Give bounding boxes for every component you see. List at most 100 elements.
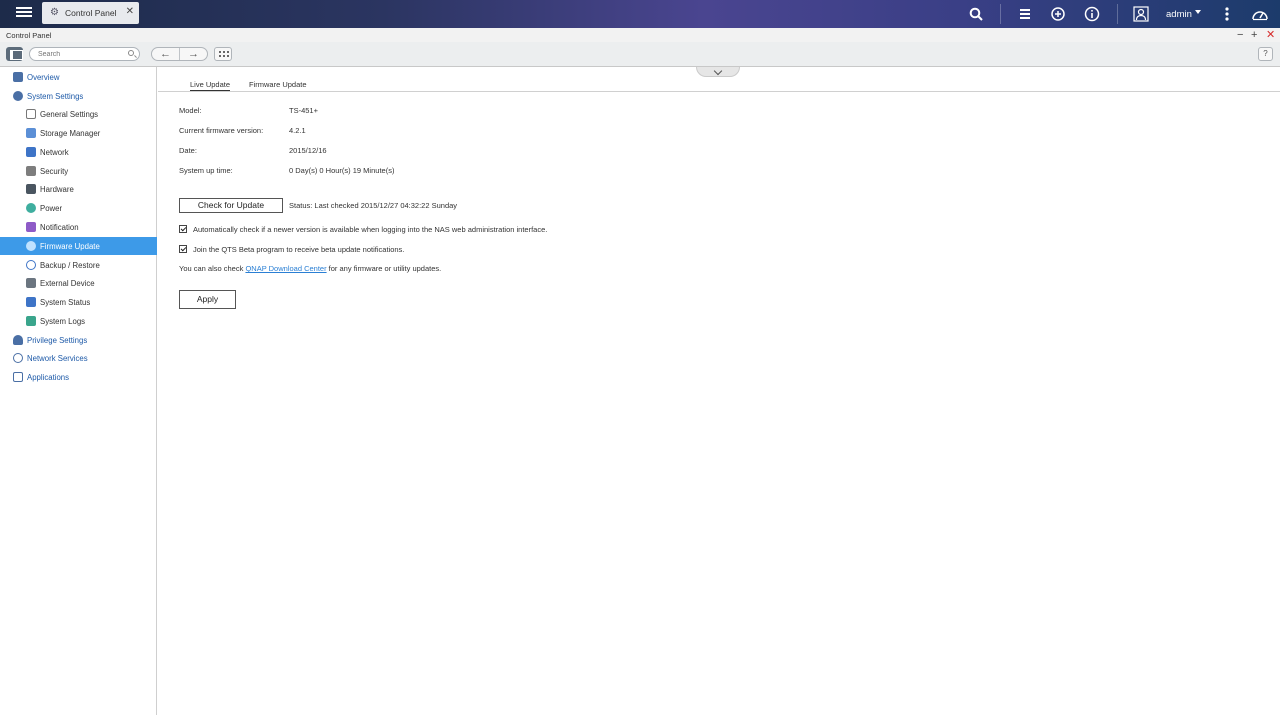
control-panel-app-tab[interactable]: ⚙ Control Panel ✕: [42, 2, 139, 24]
beta-program-label: Join the QTS Beta program to receive bet…: [193, 245, 405, 254]
auto-check-checkbox[interactable]: [179, 225, 187, 233]
applications-icon: [13, 372, 23, 382]
sidebar-item-label: Network: [40, 147, 69, 157]
firmware-version-value: 4.2.1: [289, 126, 306, 135]
history-navigation: ← →: [151, 47, 208, 61]
tab-divider: [158, 91, 1280, 92]
sidebar-item-system-logs[interactable]: System Logs: [0, 312, 157, 330]
user-name[interactable]: admin: [1166, 9, 1192, 20]
apply-button[interactable]: Apply: [179, 290, 236, 309]
sidebar-item-system-settings[interactable]: System Settings: [0, 87, 157, 105]
sidebar-item-privilege-settings[interactable]: Privilege Settings: [0, 331, 157, 349]
auto-check-label: Automatically check if a newer version i…: [193, 225, 548, 234]
back-button[interactable]: ←: [152, 48, 180, 60]
user-avatar-icon[interactable]: [1132, 5, 1150, 23]
sidebar-item-general-settings[interactable]: General Settings: [0, 105, 157, 123]
sidebar-item-firmware-update[interactable]: Firmware Update: [0, 237, 157, 255]
uptime-label: System up time:: [179, 166, 233, 175]
grid-view-button[interactable]: [214, 47, 232, 61]
overview-icon: [13, 72, 23, 82]
sidebar-item-label: External Device: [40, 278, 95, 288]
separator: [1000, 4, 1001, 24]
dashboard-icon[interactable]: [1251, 5, 1269, 23]
sidebar-item-label: Security: [40, 166, 69, 176]
external-device-icon[interactable]: [1049, 5, 1067, 23]
search-input[interactable]: [30, 48, 120, 60]
firmware-version-label: Current firmware version:: [179, 126, 264, 135]
sidebar-item-applications[interactable]: Applications: [0, 368, 157, 386]
sidebar-item-overview[interactable]: Overview: [0, 68, 157, 86]
sidebar-item-label: Power: [40, 203, 63, 213]
sidebar-item-network-services[interactable]: Network Services: [0, 349, 157, 367]
firmware-update-icon: [26, 241, 36, 251]
search-box: [29, 47, 140, 61]
help-button[interactable]: ?: [1258, 47, 1273, 61]
globe-icon: [13, 353, 23, 363]
download-center-note: You can also check QNAP Download Center …: [179, 264, 441, 273]
monitor-icon: [26, 297, 36, 307]
sidebar-item-label: Privilege Settings: [27, 335, 88, 345]
sidebar-item-security[interactable]: Security: [0, 162, 157, 180]
date-value: 2015/12/16: [289, 146, 327, 155]
close-tab-icon[interactable]: ✕: [126, 6, 134, 17]
model-value: TS-451+: [289, 106, 318, 115]
sidebar-item-label: System Logs: [40, 316, 86, 326]
sidebar-item-label: Hardware: [40, 184, 74, 194]
sidebar-item-notification[interactable]: Notification: [0, 218, 157, 236]
sidebar-item-storage-manager[interactable]: Storage Manager: [0, 124, 157, 142]
minimize-icon[interactable]: −: [1237, 29, 1243, 41]
forward-button[interactable]: →: [180, 48, 207, 60]
sidebar-item-label: Network Services: [27, 353, 88, 363]
network-icon: [26, 147, 36, 157]
power-icon: [26, 203, 36, 213]
sidebar-item-power[interactable]: Power: [0, 199, 157, 217]
model-label: Model:: [179, 106, 202, 115]
sidebar-item-hardware[interactable]: Hardware: [0, 180, 157, 198]
more-options-icon[interactable]: [1218, 5, 1236, 23]
chevron-down-icon[interactable]: [1195, 10, 1201, 14]
sidebar-item-label: Overview: [27, 72, 60, 82]
toggle-sidebar-button[interactable]: [6, 47, 23, 61]
external-device-icon: [26, 278, 36, 288]
sidebar-item-label: Firmware Update: [40, 241, 100, 251]
beta-program-checkbox[interactable]: [179, 245, 187, 253]
maximize-icon[interactable]: +: [1251, 29, 1257, 41]
sidebar-item-label: System Status: [40, 297, 91, 307]
main-menu-icon[interactable]: [16, 5, 32, 21]
gear-icon: ⚙: [50, 7, 59, 18]
search-icon[interactable]: [128, 50, 134, 56]
app-tab-label: Control Panel: [65, 8, 117, 18]
sidebar-item-label: Applications: [27, 372, 70, 382]
check-for-update-button[interactable]: Check for Update: [179, 198, 283, 213]
sidebar: Overview System Settings General Setting…: [0, 67, 157, 715]
update-status-text: Status: Last checked 2015/12/27 04:32:22…: [289, 201, 458, 210]
user-icon: [13, 335, 23, 345]
logs-icon: [26, 316, 36, 326]
window-title: Control Panel: [6, 31, 52, 40]
sidebar-item-backup-restore[interactable]: Backup / Restore: [0, 256, 157, 274]
sidebar-item-label: Backup / Restore: [40, 260, 100, 270]
storage-icon: [26, 128, 36, 138]
sidebar-item-label: Storage Manager: [40, 128, 101, 138]
date-label: Date:: [179, 146, 197, 155]
separator: [1117, 4, 1118, 24]
backup-icon: [26, 260, 36, 270]
search-icon[interactable]: [967, 5, 985, 23]
background-tasks-icon[interactable]: [1016, 5, 1034, 23]
window-title-bar: Control Panel − + ✕: [0, 28, 1280, 42]
lock-icon: [26, 166, 36, 176]
sidebar-item-network[interactable]: Network: [0, 143, 157, 161]
sidebar-item-external-device[interactable]: External Device: [0, 274, 157, 292]
main-content: Live Update Firmware Update Model: TS-45…: [158, 67, 1280, 715]
info-icon[interactable]: [1083, 5, 1101, 23]
settings-document-icon: [26, 109, 36, 119]
collapse-toolbar-handle[interactable]: [696, 67, 740, 77]
uptime-value: 0 Day(s) 0 Hour(s) 19 Minute(s): [289, 166, 395, 175]
sidebar-item-system-status[interactable]: System Status: [0, 293, 157, 311]
qnap-download-center-link[interactable]: QNAP Download Center: [245, 264, 326, 273]
desktop-taskbar: ⚙ Control Panel ✕ admin: [0, 0, 1280, 28]
close-window-icon[interactable]: ✕: [1266, 29, 1275, 41]
window-toolbar: ← → ?: [0, 42, 1280, 67]
sidebar-item-label: General Settings: [40, 109, 99, 119]
sidebar-item-label: System Settings: [27, 91, 84, 101]
